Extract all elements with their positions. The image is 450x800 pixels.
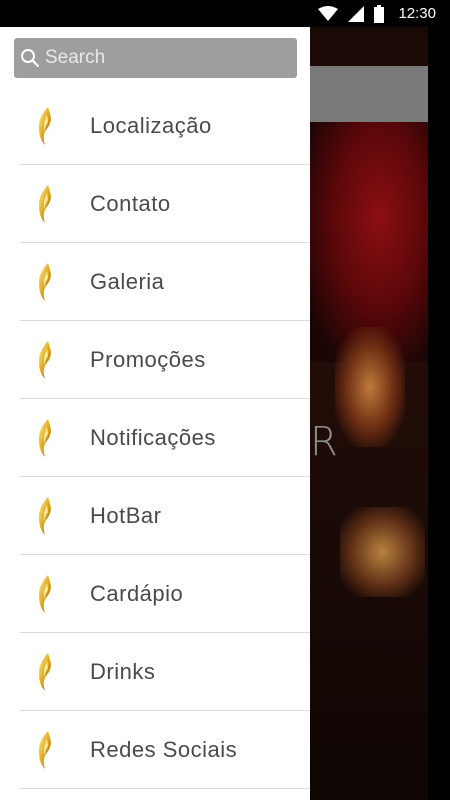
- gold-flame-icon: [20, 496, 70, 536]
- gold-flame-icon: [20, 418, 70, 458]
- menu-item-label: Cardápio: [90, 580, 184, 606]
- gold-flame-icon: [20, 106, 70, 146]
- menu-list: Localização Contato Galeria Promoções No…: [0, 87, 310, 789]
- gold-flame-icon: [20, 262, 70, 302]
- menu-item-7[interactable]: Drinks: [20, 633, 310, 711]
- search-icon: [20, 48, 40, 68]
- menu-item-6[interactable]: Cardápio: [20, 555, 310, 633]
- menu-item-label: Localização: [90, 112, 212, 138]
- gold-flame-icon: [20, 730, 70, 770]
- menu-item-label: Notificações: [90, 424, 216, 450]
- menu-item-8[interactable]: Redes Sociais: [20, 711, 310, 789]
- menu-item-3[interactable]: Promoções: [20, 321, 310, 399]
- search-box[interactable]: [14, 38, 297, 78]
- menu-item-1[interactable]: Contato: [20, 165, 310, 243]
- menu-item-label: Galeria: [90, 268, 165, 294]
- background-lamp: [335, 327, 405, 447]
- battery-icon: [374, 4, 385, 23]
- search-input[interactable]: [43, 46, 287, 70]
- menu-item-5[interactable]: HotBar: [20, 477, 310, 555]
- status-time: 12:30: [398, 5, 436, 22]
- wifi-icon: [318, 5, 339, 22]
- menu-item-0[interactable]: Localização: [20, 87, 310, 165]
- menu-item-label: HotBar: [90, 502, 162, 528]
- menu-item-label: Redes Sociais: [90, 736, 238, 762]
- signal-icon: [348, 5, 365, 22]
- navigation-drawer: Localização Contato: [0, 27, 310, 800]
- gold-flame-icon: [20, 340, 70, 380]
- background-lamp-lower: [340, 507, 425, 597]
- status-bar: 12:30: [0, 0, 450, 27]
- background-partial-letter: R: [310, 419, 338, 465]
- gold-flame-icon: [20, 184, 70, 224]
- gold-flame-icon: [20, 652, 70, 692]
- menu-item-label: Contato: [90, 190, 171, 216]
- background-curtain: [305, 122, 428, 362]
- gold-flame-icon: [20, 574, 70, 614]
- menu-item-label: Drinks: [90, 658, 156, 684]
- menu-item-2[interactable]: Galeria: [20, 243, 310, 321]
- menu-item-label: Promoções: [90, 346, 206, 372]
- menu-item-4[interactable]: Notificações: [20, 399, 310, 477]
